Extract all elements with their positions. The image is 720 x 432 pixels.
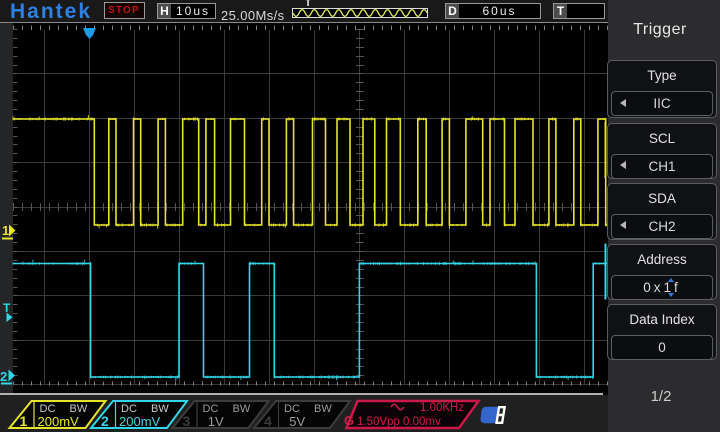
svg-text:1: 1 [2, 223, 9, 238]
svg-text:5V: 5V [282, 414, 305, 429]
svg-text:2: 2 [0, 369, 7, 384]
svg-text:3: 3 [183, 413, 191, 429]
svg-text:BW: BW [233, 403, 251, 415]
svg-text:2: 2 [101, 413, 109, 429]
svg-text:200mV: 200mV [38, 414, 80, 429]
svg-text:G: G [344, 413, 354, 428]
svg-text:BW: BW [314, 403, 332, 415]
svg-text:1.50Vpp 0.00mv: 1.50Vpp 0.00mv [357, 416, 441, 428]
svg-text:200mV: 200mV [119, 414, 161, 429]
svg-text:1: 1 [20, 413, 28, 429]
svg-text:4: 4 [264, 413, 272, 429]
svg-text:1.00KHz: 1.00KHz [420, 402, 464, 414]
svg-text:1V: 1V [201, 414, 224, 429]
